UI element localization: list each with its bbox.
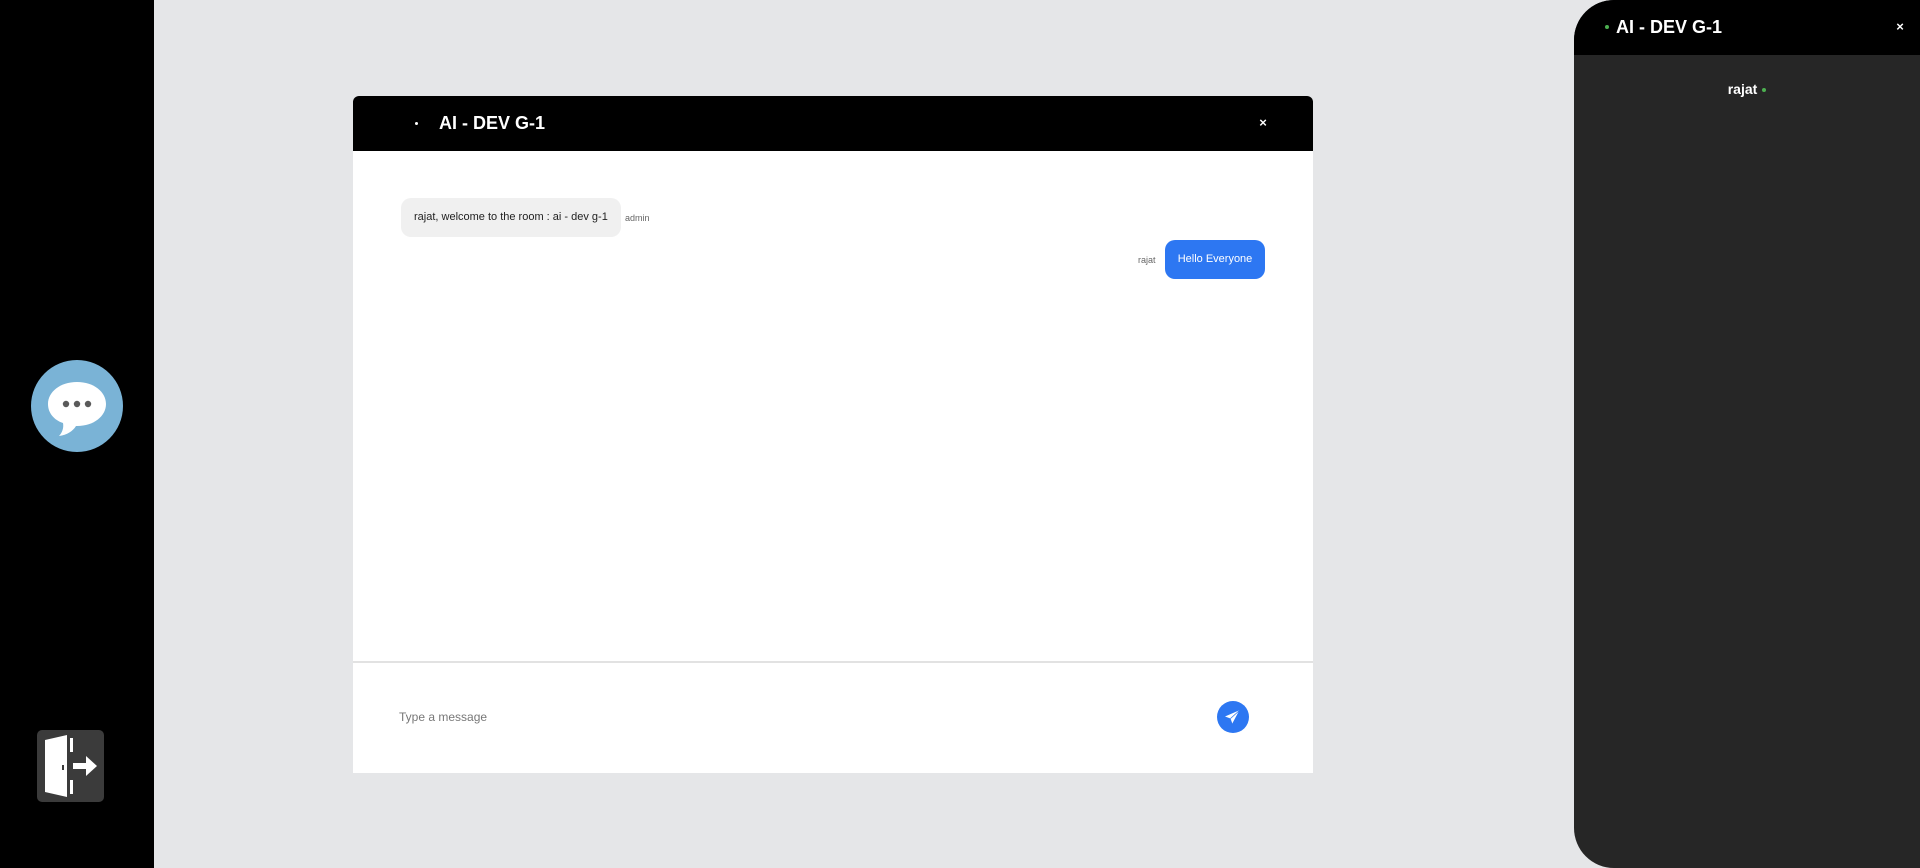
message-sender: admin (625, 213, 650, 223)
exit-room-button[interactable] (37, 730, 104, 802)
user-list-item: rajat (1574, 81, 1920, 99)
chat-header: AI - DEV G-1 × (353, 96, 1313, 151)
chat-title: AI - DEV G-1 (439, 113, 546, 133)
chat-window: AI - DEV G-1 × rajat, welcome to the roo… (353, 96, 1313, 773)
message-sender: rajat (1138, 255, 1156, 265)
chat-toggle-button[interactable] (31, 360, 123, 452)
chat-bubble-ellipsis-icon (48, 382, 106, 436)
close-chat-button[interactable]: × (1253, 113, 1273, 133)
paper-plane-icon (1225, 709, 1241, 725)
message-composer (353, 661, 1313, 773)
online-status-dot (1762, 87, 1767, 92)
incoming-message: rajat, welcome to the room : ai - dev g-… (401, 198, 621, 237)
status-dot (415, 122, 418, 125)
exit-door-icon (45, 735, 97, 797)
room-panel-title: AI - DEV G-1 (1616, 17, 1723, 37)
status-dot (1605, 25, 1609, 29)
user-name: rajat (1727, 81, 1758, 97)
room-panel-header: AI - DEV G-1 × (1574, 0, 1920, 55)
outgoing-message: Hello Everyone (1165, 240, 1265, 279)
send-button[interactable] (1217, 701, 1249, 733)
left-sidebar (0, 0, 154, 868)
room-users-panel: AI - DEV G-1 × rajat (1574, 0, 1920, 868)
message-input[interactable] (399, 706, 1099, 728)
close-panel-button[interactable]: × (1890, 17, 1910, 37)
